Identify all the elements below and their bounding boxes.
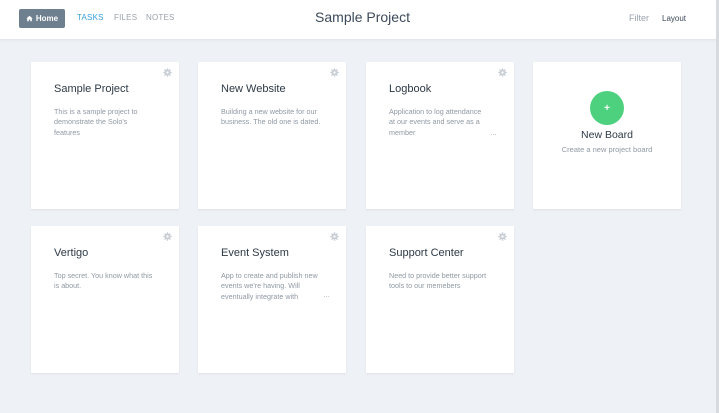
board-description: Building a new website for our business.… — [221, 107, 321, 127]
board-description: This is a sample project to demonstrate … — [54, 107, 138, 137]
board-description: Application to log attendance at our eve… — [389, 107, 482, 137]
board-card-vertigo[interactable]: Vertigo Top secret. You know what this i… — [31, 226, 179, 373]
gear-icon[interactable] — [498, 232, 507, 241]
board-card-event-system[interactable]: Event System App to create and publish n… — [198, 226, 346, 373]
board-card-sample-project[interactable]: Sample Project This is a sample project … — [31, 62, 179, 209]
board-description: Need to provide better support tools to … — [389, 271, 487, 291]
top-navigation-bar: Home TASKS FILES NOTES Sample Project Fi… — [0, 0, 719, 40]
filter-button[interactable]: Filter — [629, 13, 649, 23]
gear-icon[interactable] — [163, 68, 172, 77]
board-title: Support Center — [389, 247, 464, 259]
board-title: New Website — [221, 83, 286, 95]
new-board-subtitle: Create a new project board — [561, 145, 653, 154]
gear-icon[interactable] — [330, 232, 339, 241]
board-card-new-website[interactable]: New Website Building a new website for o… — [198, 62, 346, 209]
board-card-logbook[interactable]: Logbook Application to log attendance at… — [366, 62, 514, 209]
board-description: App to create and publish new events we'… — [221, 271, 318, 301]
home-button[interactable]: Home — [19, 9, 65, 28]
plus-icon[interactable]: + — [590, 91, 624, 125]
board-title: Sample Project — [54, 83, 129, 95]
new-board-title: New Board — [581, 129, 633, 141]
page-title: Sample Project — [315, 9, 410, 25]
gear-icon[interactable] — [498, 68, 507, 77]
layout-button[interactable]: Layout — [662, 14, 686, 23]
board-title: Vertigo — [54, 247, 89, 259]
description-overflow-ellipsis: … — [323, 292, 330, 299]
board-description: Top secret. You know what this is about. — [54, 271, 153, 291]
board-title: Event System — [221, 247, 289, 259]
home-icon — [26, 15, 33, 22]
tab-tasks[interactable]: TASKS — [77, 13, 104, 22]
home-button-label: Home — [35, 14, 59, 23]
tab-notes[interactable]: NOTES — [146, 13, 175, 22]
board-title: Logbook — [389, 83, 432, 95]
board-card-support-center[interactable]: Support Center Need to provide better su… — [366, 226, 514, 373]
new-board-card[interactable]: + New Board Create a new project board — [533, 62, 681, 209]
description-overflow-ellipsis: … — [490, 130, 497, 137]
gear-icon[interactable] — [330, 68, 339, 77]
gear-icon[interactable] — [163, 232, 172, 241]
tab-files[interactable]: FILES — [114, 13, 137, 22]
